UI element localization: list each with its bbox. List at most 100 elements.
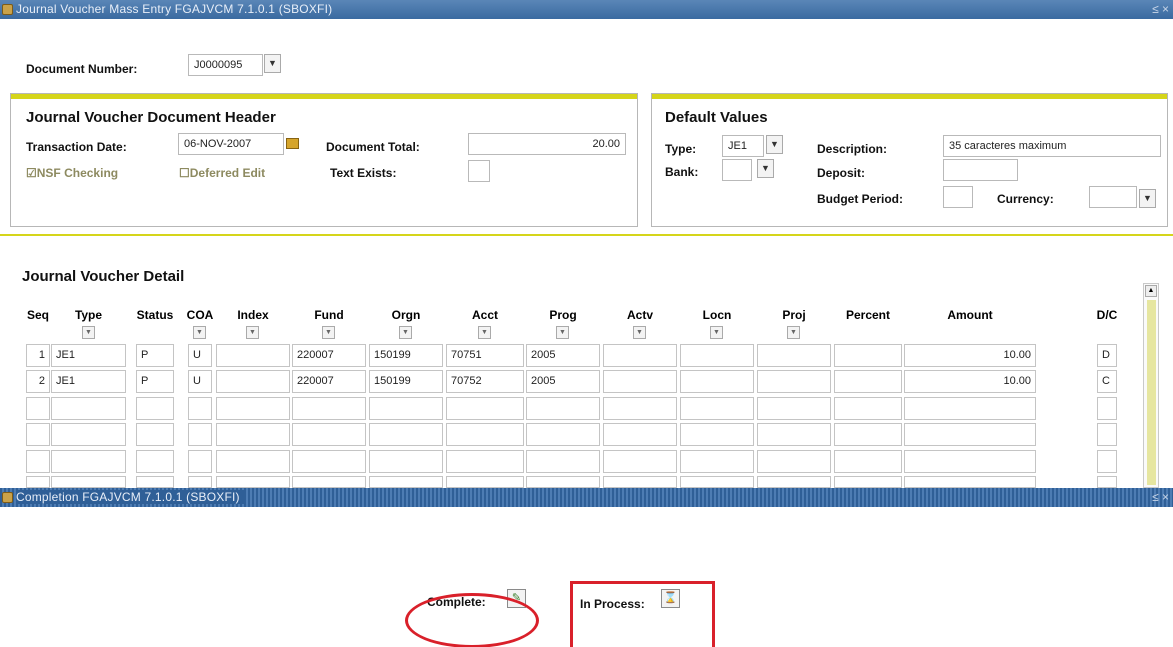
table-cell[interactable]	[757, 423, 831, 446]
table-cell[interactable]	[603, 370, 677, 393]
table-cell[interactable]: 2005	[526, 370, 600, 393]
table-cell[interactable]	[216, 397, 290, 420]
table-cell[interactable]	[834, 476, 902, 488]
table-cell[interactable]	[446, 476, 524, 488]
table-cell[interactable]	[51, 476, 126, 488]
table-cell[interactable]: P	[136, 370, 174, 393]
table-cell[interactable]: 150199	[369, 370, 443, 393]
column-filter-dropdown[interactable]: ▼	[399, 326, 412, 339]
table-cell[interactable]	[526, 423, 600, 446]
table-cell[interactable]	[446, 397, 524, 420]
table-cell[interactable]	[757, 450, 831, 473]
default-type-dropdown-button[interactable]: ▼	[766, 135, 783, 154]
table-cell[interactable]	[51, 423, 126, 446]
table-cell[interactable]	[216, 450, 290, 473]
table-cell[interactable]	[446, 450, 524, 473]
table-cell[interactable]	[216, 423, 290, 446]
window-controls[interactable]: ≤ ×	[1152, 0, 1169, 19]
document-number-dropdown-button[interactable]: ▼	[264, 54, 281, 73]
table-cell[interactable]: 150199	[369, 344, 443, 367]
table-cell[interactable]	[680, 423, 754, 446]
document-total-input[interactable]: 20.00	[468, 133, 626, 155]
column-filter-dropdown[interactable]: ▼	[246, 326, 259, 339]
table-cell[interactable]	[757, 476, 831, 488]
table-cell[interactable]	[216, 370, 290, 393]
column-filter-dropdown[interactable]: ▼	[710, 326, 723, 339]
document-number-input[interactable]: J0000095	[188, 54, 263, 76]
table-cell[interactable]	[136, 450, 174, 473]
transaction-date-input[interactable]: 06-NOV-2007	[178, 133, 284, 155]
column-filter-dropdown[interactable]: ▼	[633, 326, 646, 339]
table-cell[interactable]	[188, 423, 212, 446]
description-input[interactable]: 35 caracteres maximum	[943, 135, 1161, 157]
table-cell[interactable]: P	[136, 344, 174, 367]
table-cell[interactable]	[904, 476, 1036, 488]
table-cell[interactable]	[603, 476, 677, 488]
default-type-input[interactable]: JE1	[722, 135, 764, 157]
table-cell[interactable]	[51, 450, 126, 473]
table-cell[interactable]: U	[188, 344, 212, 367]
table-cell[interactable]	[1097, 476, 1117, 488]
table-cell[interactable]: JE1	[51, 370, 126, 393]
deferred-edit-checkbox[interactable]: ☐Deferred Edit	[179, 166, 265, 180]
table-cell[interactable]: 70751	[446, 344, 524, 367]
table-cell[interactable]	[757, 344, 831, 367]
table-cell[interactable]	[757, 397, 831, 420]
bank-input[interactable]	[722, 159, 752, 181]
table-cell[interactable]: JE1	[51, 344, 126, 367]
main-window-titlebar[interactable]: Journal Voucher Mass Entry FGAJVCM 7.1.0…	[0, 0, 1173, 19]
table-cell[interactable]	[188, 450, 212, 473]
table-cell[interactable]	[680, 397, 754, 420]
column-filter-dropdown[interactable]: ▼	[322, 326, 335, 339]
table-cell[interactable]	[680, 344, 754, 367]
scroll-track[interactable]	[1147, 300, 1156, 485]
table-cell[interactable]	[136, 397, 174, 420]
text-exists-field[interactable]	[468, 160, 490, 182]
table-cell[interactable]	[446, 423, 524, 446]
currency-input[interactable]	[1089, 186, 1137, 208]
table-cell[interactable]	[526, 476, 600, 488]
table-cell[interactable]	[526, 397, 600, 420]
detail-scrollbar[interactable]: ▲	[1143, 283, 1159, 488]
table-cell[interactable]: 70752	[446, 370, 524, 393]
completion-window-controls[interactable]: ≤ ×	[1152, 488, 1169, 507]
table-cell[interactable]	[904, 423, 1036, 446]
column-filter-dropdown[interactable]: ▼	[193, 326, 206, 339]
table-cell[interactable]	[680, 370, 754, 393]
table-cell[interactable]	[292, 397, 366, 420]
table-cell[interactable]	[603, 344, 677, 367]
table-cell[interactable]	[680, 450, 754, 473]
table-cell[interactable]	[1097, 450, 1117, 473]
column-filter-dropdown[interactable]: ▼	[787, 326, 800, 339]
table-cell[interactable]	[603, 423, 677, 446]
table-cell[interactable]	[834, 450, 902, 473]
column-filter-dropdown[interactable]: ▼	[82, 326, 95, 339]
table-cell[interactable]: 220007	[292, 344, 366, 367]
table-cell[interactable]	[369, 450, 443, 473]
deposit-input[interactable]	[943, 159, 1018, 181]
calendar-icon[interactable]	[286, 138, 299, 149]
table-cell[interactable]	[1097, 423, 1117, 446]
table-cell[interactable]	[188, 476, 212, 488]
table-cell[interactable]: 2	[26, 370, 50, 393]
table-cell[interactable]	[680, 476, 754, 488]
table-cell[interactable]	[26, 450, 50, 473]
column-filter-dropdown[interactable]: ▼	[556, 326, 569, 339]
table-cell[interactable]	[834, 344, 902, 367]
table-cell[interactable]	[136, 476, 174, 488]
table-cell[interactable]	[26, 397, 50, 420]
table-cell[interactable]	[834, 370, 902, 393]
table-cell[interactable]	[136, 423, 174, 446]
table-cell[interactable]	[216, 344, 290, 367]
table-cell[interactable]: 10.00	[904, 344, 1036, 367]
table-cell[interactable]	[904, 450, 1036, 473]
table-cell[interactable]	[603, 397, 677, 420]
table-cell[interactable]	[26, 476, 50, 488]
nsf-checking-checkbox[interactable]: ☑NSF Checking	[26, 166, 118, 180]
table-cell[interactable]	[834, 423, 902, 446]
column-filter-dropdown[interactable]: ▼	[478, 326, 491, 339]
bank-dropdown-button[interactable]: ▼	[757, 159, 774, 178]
budget-period-input[interactable]	[943, 186, 973, 208]
table-cell[interactable]	[1097, 397, 1117, 420]
scroll-up-arrow[interactable]: ▲	[1145, 285, 1157, 297]
